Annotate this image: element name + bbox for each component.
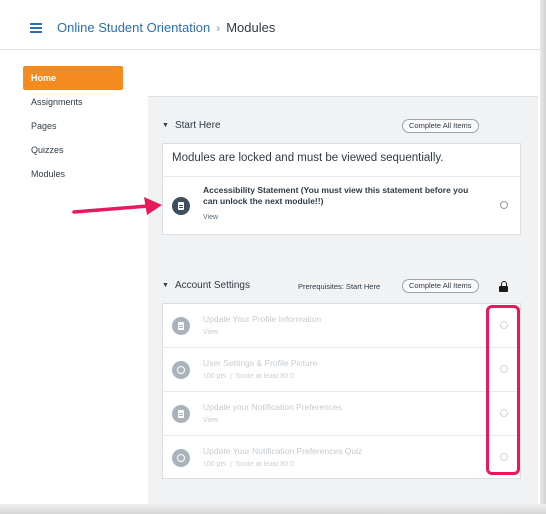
complete-all-items-button[interactable]: Complete All Items — [402, 119, 479, 133]
sidebar-item-pages[interactable]: Pages — [23, 114, 123, 138]
sidebar-item-home[interactable]: Home — [23, 66, 123, 90]
module-prerequisites: Prerequisites: Start Here — [298, 282, 381, 291]
divider — [162, 176, 521, 177]
hamburger-menu-icon[interactable] — [30, 23, 42, 33]
breadcrumb: Online Student Orientation › Modules — [57, 20, 275, 35]
module-item-subtitle: View — [203, 214, 219, 221]
course-navigation: Home Assignments Pages Quizzes Modules — [23, 66, 123, 186]
module-title-text: Account Settings — [174, 280, 250, 291]
breadcrumb-course-link[interactable]: Online Student Orientation — [57, 20, 210, 35]
module-title-text: Start Here — [174, 120, 221, 131]
divider — [162, 435, 521, 436]
divider — [162, 347, 521, 348]
quiz-icon — [172, 361, 190, 379]
window-edge — [0, 504, 546, 514]
divider — [162, 391, 521, 392]
module-item-subtitle: 100 pts | Score at least 80.0 — [203, 461, 294, 468]
document-icon — [172, 317, 190, 335]
caret-down-icon[interactable]: ▼ — [162, 282, 169, 289]
breadcrumb-separator: › — [216, 21, 221, 35]
highlight-box-annotation — [486, 305, 520, 475]
window: Online Student Orientation › Modules Home … — [0, 0, 546, 514]
module-item-title[interactable]: Accessibility Statement (You must view t… — [203, 185, 483, 207]
document-icon — [172, 197, 190, 215]
sidebar-item-assignments[interactable]: Assignments — [23, 90, 123, 114]
completion-status-circle[interactable] — [500, 201, 508, 209]
module-title: ▼ Start Here — [162, 120, 221, 131]
top-bar: Online Student Orientation › Modules — [0, 0, 540, 50]
module-item-subtitle: View — [203, 417, 219, 424]
complete-all-items-button[interactable]: Complete All Items — [402, 279, 479, 293]
module-title: ▼ Account Settings — [162, 280, 250, 291]
module-lock-message: Modules are locked and must be viewed se… — [172, 152, 444, 164]
module-item-title: Update your Notification Preferences — [203, 402, 342, 412]
module-item-subtitle: View — [203, 329, 219, 336]
lock-icon — [499, 281, 508, 292]
window-edge — [540, 0, 546, 514]
module-item-title: User Settings & Profile Picture — [203, 358, 318, 368]
module-item-title: Update Your Notification Preferences Qui… — [203, 446, 363, 456]
sidebar-item-quizzes[interactable]: Quizzes — [23, 138, 123, 162]
module-header-account-settings[interactable]: ▼ Account Settings Prerequisites: Start H… — [162, 276, 521, 300]
caret-down-icon[interactable]: ▼ — [162, 122, 169, 129]
document-icon — [172, 405, 190, 423]
module-item-title: Update Your Profile Information — [203, 314, 322, 324]
breadcrumb-current-page: Modules — [226, 20, 276, 35]
module-item-subtitle: 100 pts | Score at least 80.0 — [203, 373, 294, 380]
arrow-right-icon — [72, 197, 162, 215]
quiz-icon — [172, 449, 190, 467]
module-header-start-here[interactable]: ▼ Start Here Complete All Items — [162, 116, 521, 140]
sidebar-item-modules[interactable]: Modules — [23, 162, 123, 186]
